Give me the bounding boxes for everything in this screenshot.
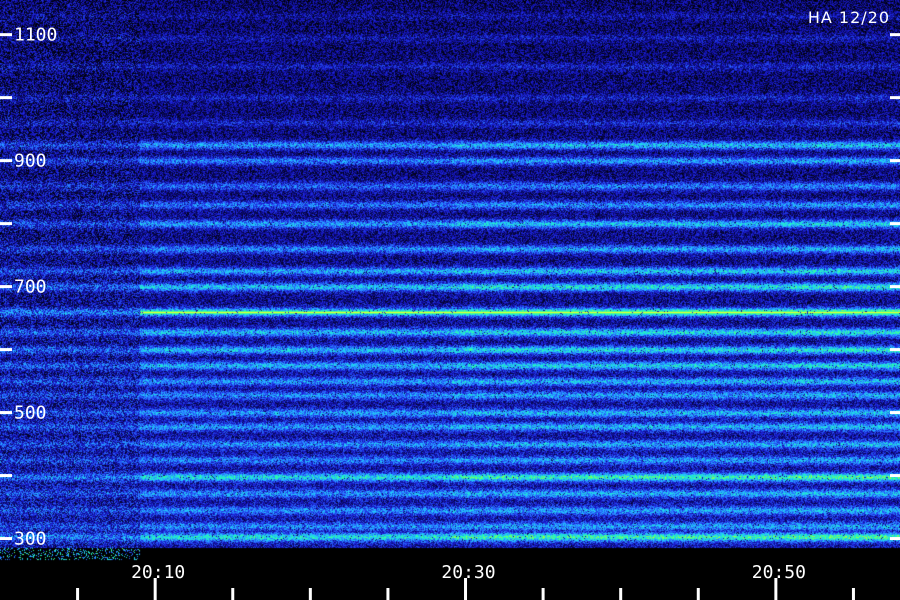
y-tick-label-900: 900	[14, 151, 47, 172]
station-date-label: HA 12/20	[808, 8, 890, 27]
y-tick-label-500: 500	[14, 403, 47, 424]
y-tick-label-700: 700	[14, 277, 47, 298]
y-axis: 300 500 700 900 1100	[0, 25, 900, 550]
x-axis: 20:10 20:30 20:50	[76, 562, 855, 600]
y-tick-label-1100: 1100	[14, 25, 57, 46]
y-tick-label-300: 300	[14, 529, 47, 550]
x-tick-label-2030: 20:30	[441, 562, 495, 583]
x-tick-label-2050: 20:50	[752, 562, 806, 583]
chart-overlay: 300 500 700 900 1100 20:10 20:30 20:50 HA 12/2…	[0, 8, 900, 600]
x-tick-label-2010: 20:10	[131, 562, 185, 583]
